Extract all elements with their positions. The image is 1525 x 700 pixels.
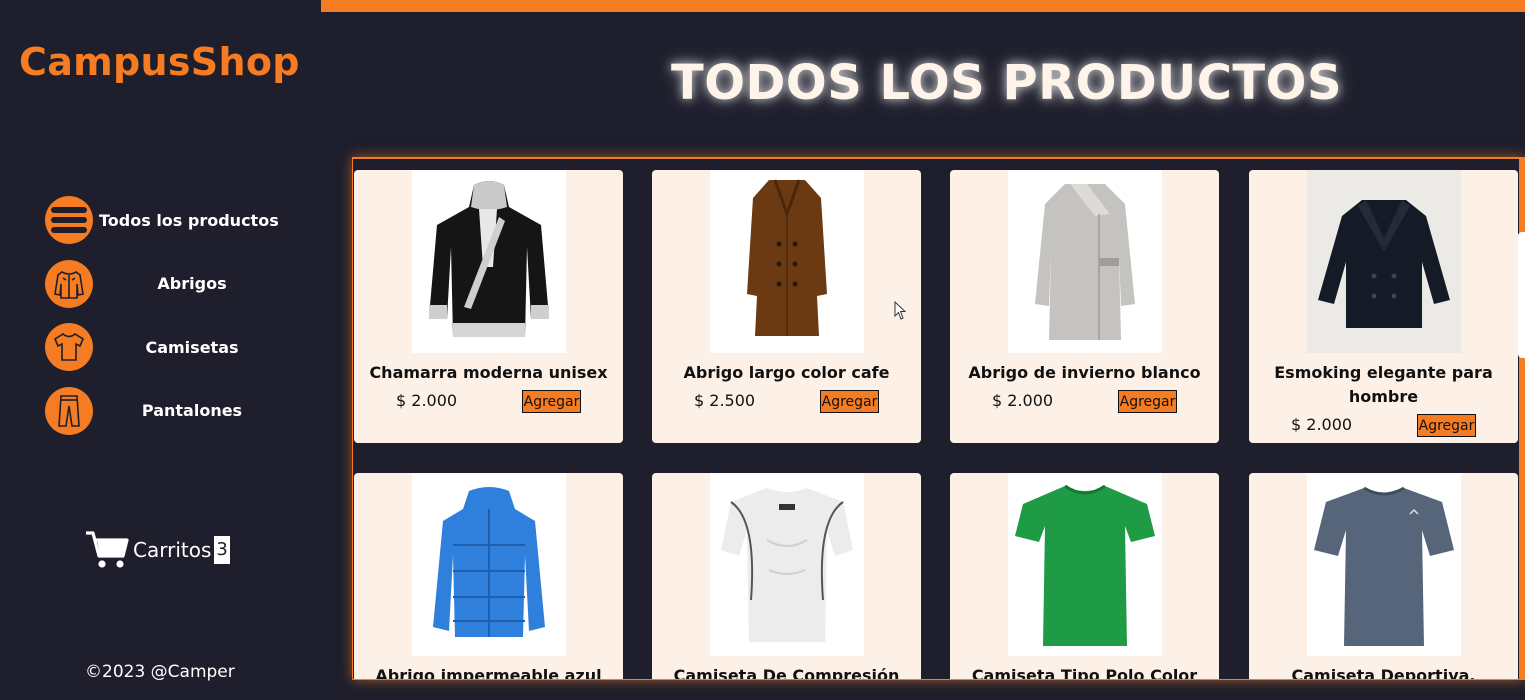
product-price: $ 2.000 bbox=[396, 391, 458, 410]
product-card: Camiseta Deportiva, Crossfit, bbox=[1249, 473, 1518, 680]
product-price: $ 2.000 bbox=[992, 391, 1054, 410]
product-grid: Chamarra moderna unisex $ 2.000 Agregar … bbox=[352, 157, 1525, 680]
product-image bbox=[1008, 473, 1162, 656]
product-name: Chamarra moderna unisex bbox=[369, 363, 608, 382]
product-image bbox=[412, 170, 566, 353]
top-accent-bar bbox=[321, 0, 1525, 12]
product-card: Camiseta Tipo Polo Color Dama bbox=[950, 473, 1219, 680]
list-icon bbox=[45, 196, 93, 244]
product-name: Camiseta Deportiva, Crossfit, bbox=[1291, 666, 1476, 680]
nav-item-pantalones[interactable]: Pantalones bbox=[45, 386, 285, 435]
cart-label: Carritos bbox=[133, 538, 212, 562]
category-nav: Todos los productos Abrigos Camisetas Pa… bbox=[45, 196, 285, 450]
product-name: Abrigo de invierno blanco bbox=[968, 363, 1201, 382]
product-name: Abrigo largo color cafe bbox=[683, 363, 890, 382]
nav-item-camisetas[interactable]: Camisetas bbox=[45, 323, 285, 371]
jacket-icon bbox=[45, 259, 93, 308]
cart-count-badge: 3 bbox=[214, 536, 230, 564]
add-to-cart-button[interactable]: Agregar bbox=[522, 390, 581, 413]
product-name: Camiseta De Compresión En bbox=[673, 666, 900, 680]
nav-item-abrigos[interactable]: Abrigos bbox=[45, 259, 285, 308]
nav-item-all-products[interactable]: Todos los productos bbox=[45, 196, 285, 244]
product-price: $ 2.000 bbox=[1291, 415, 1353, 434]
product-image bbox=[710, 473, 864, 656]
product-card: Abrigo impermeable azul cielo bbox=[354, 473, 623, 680]
add-to-cart-button[interactable]: Agregar bbox=[820, 390, 879, 413]
nav-label: Pantalones bbox=[141, 401, 243, 420]
product-card: Camiseta De Compresión En bbox=[652, 473, 921, 680]
product-card: Abrigo de invierno blanco $ 2.000 Agrega… bbox=[950, 170, 1219, 443]
nav-label: Camisetas bbox=[145, 337, 239, 357]
mouse-cursor-icon bbox=[894, 301, 907, 320]
logo[interactable]: CampusShop bbox=[19, 40, 300, 84]
tshirt-icon bbox=[45, 323, 93, 371]
product-card: Chamarra moderna unisex $ 2.000 Agregar bbox=[354, 170, 623, 443]
product-card: Abrigo largo color cafe $ 2.500 Agregar bbox=[652, 170, 921, 443]
product-image bbox=[710, 170, 864, 353]
page-title: TODOS LOS PRODUCTOS bbox=[671, 55, 1343, 111]
product-name: Esmoking elegante para hombre bbox=[1274, 363, 1493, 406]
product-name: Camiseta Tipo Polo Color Dama bbox=[971, 666, 1198, 680]
product-image bbox=[412, 473, 566, 656]
pants-icon bbox=[45, 386, 93, 435]
product-image bbox=[1307, 473, 1461, 656]
cart-icon bbox=[86, 531, 129, 568]
product-image bbox=[1307, 170, 1461, 353]
product-price: $ 2.500 bbox=[694, 391, 756, 410]
nav-label: Todos los productos bbox=[99, 210, 279, 230]
nav-label: Abrigos bbox=[157, 274, 227, 293]
cart-button[interactable]: Carritos 3 bbox=[85, 530, 230, 570]
add-to-cart-button[interactable]: Agregar bbox=[1417, 414, 1476, 437]
add-to-cart-button[interactable]: Agregar bbox=[1118, 390, 1177, 413]
footer-copyright: ©2023 @Camper bbox=[85, 662, 235, 682]
scrollbar-thumb[interactable] bbox=[1518, 232, 1525, 358]
product-image bbox=[1008, 170, 1162, 353]
product-card: Esmoking elegante para hombre $ 2.000 Ag… bbox=[1249, 170, 1518, 443]
product-name: Abrigo impermeable azul cielo bbox=[375, 666, 602, 680]
